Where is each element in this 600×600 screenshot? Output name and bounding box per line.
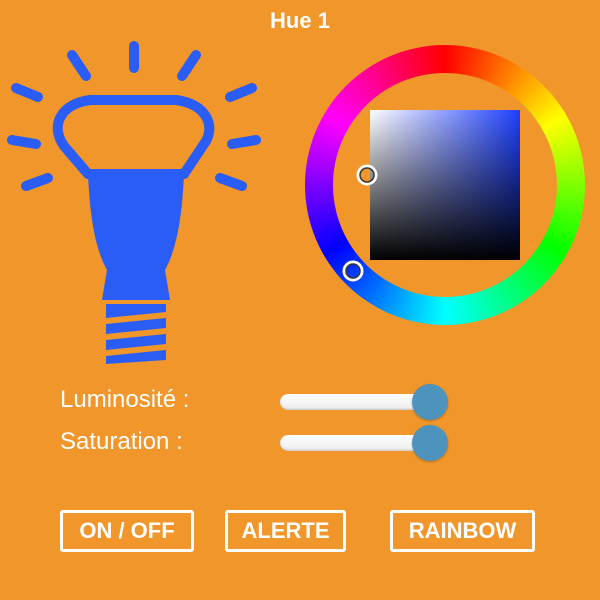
bulb-screw-2 — [106, 318, 166, 334]
on-off-button[interactable]: ON / OFF — [60, 510, 194, 552]
bulb-ray-mid-left — [11, 83, 43, 102]
color-picker[interactable] — [300, 40, 590, 330]
saturation-slider-thumb[interactable] — [412, 425, 448, 461]
saturation-label: Saturation : — [60, 428, 183, 455]
alert-button[interactable]: ALERTE — [225, 510, 346, 552]
bulb-ray-bottom-right — [215, 173, 247, 191]
app-root: Hue 1 Luminosité: Saturation: ON / OFF… — [0, 0, 600, 600]
brightness-slider[interactable] — [280, 382, 460, 422]
bulb-screw-3 — [106, 334, 166, 350]
rainbow-button[interactable]: RAINBOW — [390, 510, 535, 552]
bulb-ray-mid-right — [225, 83, 257, 102]
saturation-slider-track[interactable] — [280, 435, 430, 451]
bulb-screw-1 — [106, 304, 166, 318]
brightness-slider-thumb[interactable] — [412, 384, 448, 420]
brightness-slider-track[interactable] — [280, 394, 430, 410]
bulb-ray-upper-right — [177, 50, 201, 81]
bulb-ray-low-right — [227, 135, 261, 149]
light-bulb-icon — [7, 41, 261, 364]
bulb-ray-upper-left — [67, 50, 91, 81]
bulb-glass-outline — [52, 95, 215, 179]
bulb-screw-4 — [106, 350, 166, 364]
saturation-slider[interactable] — [280, 423, 460, 463]
brightness-label: Luminosité : — [60, 386, 190, 413]
bulb-ray-low-left — [7, 135, 41, 149]
saturation-value-square[interactable] — [370, 110, 520, 260]
bulb-body — [88, 174, 184, 300]
bulb-ray-bottom-left — [21, 173, 53, 191]
